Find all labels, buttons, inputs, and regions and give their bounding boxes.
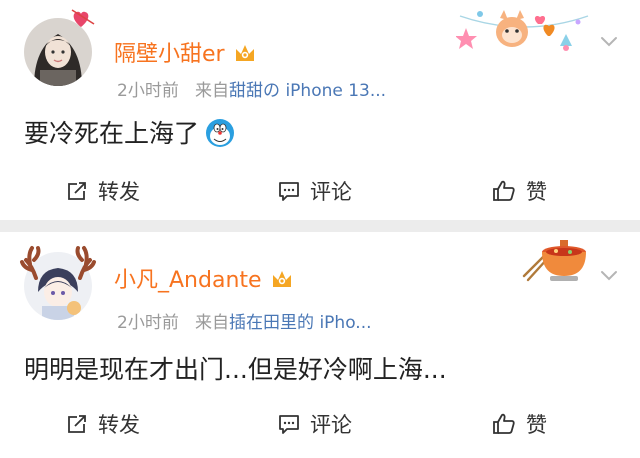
username[interactable]: 小凡_Andante [114,262,294,294]
repost-button[interactable]: 转发 [0,402,214,446]
source-link[interactable]: 插在田里的 iPho... [229,313,371,333]
action-bar: 转发 评论 赞 [0,402,640,446]
like-button[interactable]: 赞 [426,402,640,446]
vip-crown-icon [272,271,291,287]
repost-icon [68,415,86,433]
antlers-icon [20,246,96,280]
username[interactable]: 隔壁小甜er [114,36,257,68]
chevron-down-icon[interactable] [600,270,618,282]
post-card: 小凡_Andante 2小时前 来自插在田里的 iPho... 明明是现在才出门… [0,232,640,458]
like-button[interactable]: 赞 [426,169,640,213]
post-time: 2小时前 [117,81,179,101]
hotpot-icon [522,240,586,282]
thumbs-up-icon [493,180,515,201]
post-meta: 2小时前 来自甜甜の iPhone 13... [117,76,386,101]
heart-arrow-icon [71,9,95,27]
post-text: 要冷死在上海了 [24,114,235,150]
thumbs-up-icon [493,413,515,434]
action-bar: 转发 评论 赞 [0,169,640,213]
source-link[interactable]: 甜甜の iPhone 13... [229,81,386,101]
vip-crown-icon [235,45,254,61]
post-meta: 2小时前 来自插在田里的 iPho... [117,308,372,333]
comment-icon [279,415,299,434]
decoration-banner-icon [456,10,589,51]
comment-icon [279,182,299,201]
doraemon-emoji-icon [206,119,235,147]
repost-icon [68,182,86,200]
post-text: 明明是现在才出门...但是好冷啊上海... [24,355,447,384]
comment-button[interactable]: 评论 [214,402,426,446]
repost-button[interactable]: 转发 [0,169,214,213]
from-label: 来自 [195,313,230,333]
chevron-down-icon[interactable] [600,36,618,48]
from-label: 来自 [195,81,230,101]
comment-button[interactable]: 评论 [214,169,426,213]
post-card: 隔壁小甜er 2小时前 来自甜甜の iPhone 13... 要冷死在上海了 转… [0,0,640,220]
post-time: 2小时前 [117,313,179,333]
